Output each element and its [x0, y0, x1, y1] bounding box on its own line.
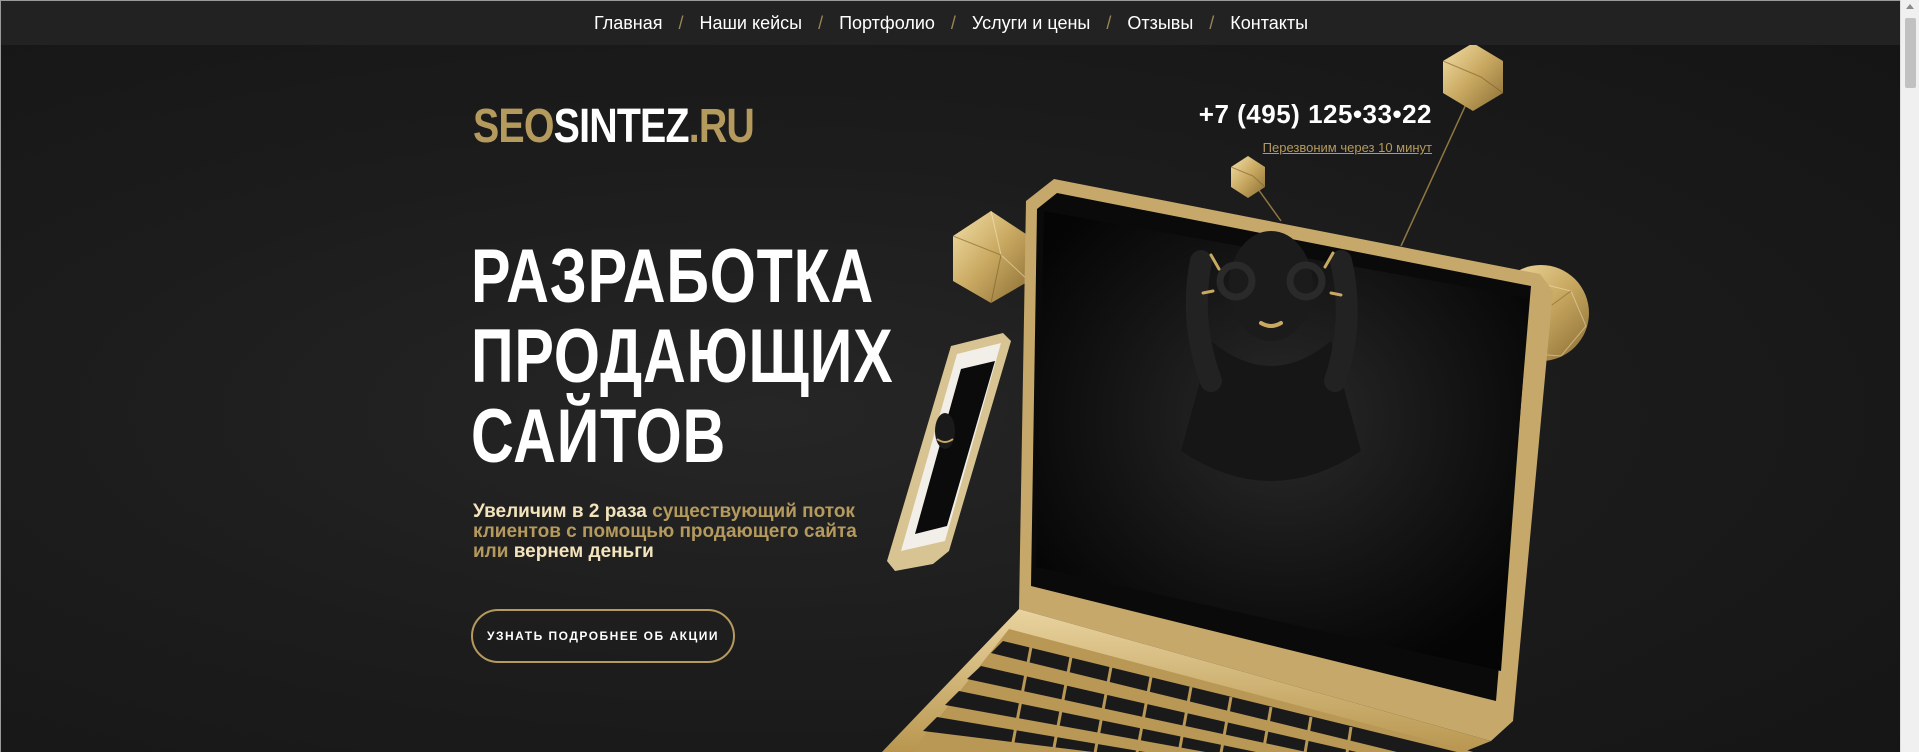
- logo-sintez: SINTEZ: [553, 100, 690, 153]
- site-logo[interactable]: SEOSINTEZ.RU: [473, 99, 755, 154]
- nav-item-portfolio[interactable]: Портфолио: [839, 13, 935, 34]
- hero-title-line: РАЗРАБОТКА: [471, 234, 875, 319]
- logo-ru: .RU: [688, 100, 755, 153]
- page: Главная / Наши кейсы / Портфолио / Услуг…: [0, 0, 1900, 752]
- nav-item-contacts[interactable]: Контакты: [1230, 13, 1308, 34]
- gold-polyhedron-top-right: [1442, 43, 1504, 111]
- subtitle-guarantee: вернем деньги: [513, 541, 654, 562]
- learn-more-button[interactable]: УЗНАТЬ ПОДРОБНЕЕ ОБ АКЦИИ: [471, 609, 735, 663]
- gold-polyhedron-large-left: [952, 210, 1030, 304]
- subtitle-highlight: Увеличим в 2 раза: [473, 501, 647, 522]
- contact-block: +7 (495) 125•33•22 Перезвоним через 10 м…: [1199, 99, 1432, 157]
- hero-title-line: ПРОДАЮЩИХ: [471, 314, 894, 399]
- callback-link[interactable]: Перезвоним через 10 минут: [1263, 140, 1432, 155]
- nav-item-services[interactable]: Услуги и цены: [972, 13, 1090, 34]
- nav-item-reviews[interactable]: Отзывы: [1127, 13, 1193, 34]
- logo-seo: SEO: [473, 100, 554, 153]
- scroll-up-arrow-icon[interactable]: [1906, 4, 1914, 9]
- top-navigation: Главная / Наши кейсы / Портфолио / Услуг…: [1, 1, 1900, 45]
- nav-separator: /: [678, 12, 684, 33]
- nav-separator: /: [1106, 12, 1112, 33]
- hero-title: РАЗРАБОТКА ПРОДАЮЩИХ САЙТОВ: [471, 237, 893, 477]
- hero-title-line: САЙТОВ: [471, 394, 727, 479]
- nav-item-home[interactable]: Главная: [594, 13, 663, 34]
- hero-subtitle: Увеличим в 2 раза существующий поток кли…: [473, 502, 863, 562]
- nav-separator: /: [950, 12, 956, 33]
- smartphone-mockup: [887, 333, 1011, 571]
- scrollbar-thumb[interactable]: [1905, 18, 1916, 88]
- nav-separator: /: [818, 12, 824, 33]
- phone-number[interactable]: +7 (495) 125•33•22: [1199, 99, 1432, 130]
- nav-separator: /: [1209, 12, 1215, 33]
- page-scrollbar[interactable]: [1900, 0, 1919, 752]
- nav-item-cases[interactable]: Наши кейсы: [699, 13, 802, 34]
